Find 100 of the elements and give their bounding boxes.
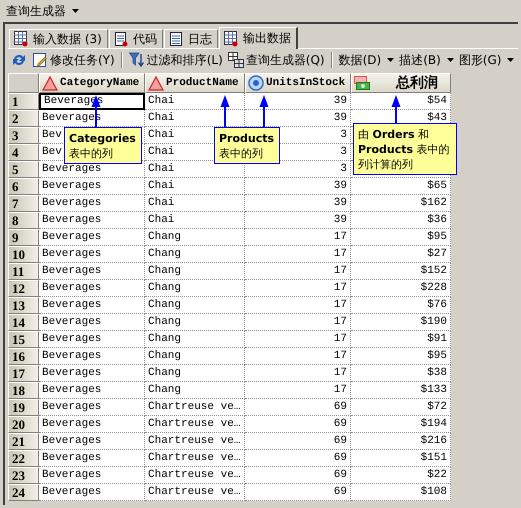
toolbar-button[interactable]: 修改任务(Y) — [31, 50, 116, 70]
row-number[interactable]: 10 — [8, 246, 39, 263]
column-header[interactable]: CategoryName — [39, 73, 145, 93]
table-cell: Beverages — [42, 248, 102, 260]
row-number[interactable]: 24 — [8, 484, 39, 501]
row-number[interactable]: 13 — [8, 297, 39, 314]
row-number[interactable]: 4 — [8, 144, 39, 161]
tab[interactable]: 日志 — [164, 29, 218, 48]
table-cell: 69 — [334, 418, 347, 430]
arrow — [220, 95, 230, 127]
table-cell: Beverages — [42, 299, 102, 311]
callout-note: Products 表中的列 — [214, 127, 280, 164]
row-number[interactable]: 12 — [8, 280, 39, 297]
table-cell: $108 — [420, 486, 447, 498]
table-cell: $91 — [427, 333, 447, 345]
table-cell: 17 — [334, 333, 347, 345]
table-cell: 17 — [334, 248, 347, 260]
table-cell: Chang — [148, 265, 182, 277]
tab[interactable]: 输入数据 (3) — [9, 29, 108, 48]
row-number[interactable]: 22 — [8, 450, 39, 467]
table-cell: $216 — [420, 435, 447, 447]
table-cell: $22 — [427, 469, 447, 481]
table-cell: $95 — [427, 231, 447, 243]
table-cell: 3 — [340, 163, 347, 175]
table-cell: Beverages — [42, 197, 102, 209]
arrow — [391, 95, 401, 123]
menu-button[interactable]: 数据(D) — [338, 50, 396, 70]
row-number[interactable]: 11 — [8, 263, 39, 280]
arrow — [259, 95, 269, 127]
table-cell: 39 — [334, 112, 347, 124]
table-cell: 39 — [334, 95, 347, 107]
row-number[interactable]: 19 — [8, 399, 39, 416]
refresh-icon — [11, 52, 27, 68]
table-cell: Beverages — [42, 469, 102, 481]
row-number[interactable]: 23 — [8, 467, 39, 484]
table-cell: Beverages — [42, 367, 102, 379]
menu-button[interactable]: 图形(G) — [458, 50, 516, 70]
toolbar-button[interactable]: 过滤和排序(L) — [128, 50, 224, 70]
table-cell: $194 — [420, 418, 447, 430]
table-cell: Chang — [148, 333, 182, 345]
toolbar-button[interactable]: 查询生成器(Q) — [226, 50, 326, 70]
table-cell: $65 — [427, 180, 447, 192]
table-cell: Chartreuse ve… — [148, 418, 240, 430]
table-cell: Beverages — [42, 452, 102, 464]
table-cell: 17 — [334, 265, 347, 277]
row-number[interactable]: 7 — [8, 195, 39, 212]
table-cell: Beverages — [42, 231, 102, 243]
menu-button[interactable]: 描述(B) — [398, 50, 455, 70]
table-cell: Beverages — [42, 435, 102, 447]
table-cell: Beverages — [42, 265, 102, 277]
table-cell: $228 — [420, 282, 447, 294]
table-cell: $151 — [420, 452, 447, 464]
caret-icon — [387, 58, 394, 62]
row-number[interactable]: 1 — [8, 93, 39, 110]
table-cell: Beverages — [42, 316, 102, 328]
caret-icon[interactable] — [72, 9, 79, 13]
table-cell: Chai — [148, 146, 174, 158]
table-cell: Beverages — [42, 163, 102, 175]
table-cell: Chang — [148, 384, 182, 396]
column-header[interactable]: 总利润 — [351, 73, 451, 93]
tab[interactable]: 代码 — [108, 29, 163, 48]
column-header[interactable]: ProductName — [145, 73, 245, 93]
filter-icon — [128, 52, 145, 68]
row-number[interactable]: 14 — [8, 314, 39, 331]
row-number[interactable]: 20 — [8, 416, 39, 433]
table-cell: Chai — [148, 214, 174, 226]
table-cell: Beverages — [42, 350, 102, 362]
row-number[interactable]: 3 — [8, 127, 39, 144]
table-cell: Chang — [148, 231, 182, 243]
panel-title: 查询生成器 — [6, 2, 66, 20]
table-cell: $72 — [427, 401, 447, 413]
table-cell: $133 — [420, 384, 447, 396]
table-cell: Beverages — [42, 282, 102, 294]
table-cell: $152 — [420, 265, 447, 277]
row-number[interactable]: 9 — [8, 229, 39, 246]
table-cell: 39 — [334, 197, 347, 209]
row-number[interactable]: 18 — [8, 382, 39, 399]
table-cell: 17 — [334, 299, 347, 311]
table-cell: 17 — [334, 367, 347, 379]
table-cell: Beverages — [42, 401, 102, 413]
row-number[interactable]: 2 — [8, 110, 39, 127]
table-cell: Bev — [42, 146, 62, 158]
table-cell: Beverages — [42, 418, 102, 430]
row-number[interactable]: 15 — [8, 331, 39, 348]
row-number[interactable]: 6 — [8, 178, 39, 195]
table-cell: $36 — [427, 214, 447, 226]
table-cell: 69 — [334, 401, 347, 413]
row-number[interactable]: 17 — [8, 365, 39, 382]
table-cell: Beverages — [42, 384, 102, 396]
table-cell: 39 — [334, 180, 347, 192]
tab[interactable]: 输出数据 — [218, 27, 298, 49]
row-number[interactable]: 5 — [8, 161, 39, 178]
row-number[interactable]: 16 — [8, 348, 39, 365]
table-cell: 17 — [334, 231, 347, 243]
column-header[interactable]: UnitsInStock — [245, 73, 351, 93]
table-cell: Chang — [148, 299, 182, 311]
table-cell: $43 — [427, 112, 447, 124]
table-cell: 39 — [334, 214, 347, 226]
row-number[interactable]: 8 — [8, 212, 39, 229]
row-number[interactable]: 21 — [8, 433, 39, 450]
